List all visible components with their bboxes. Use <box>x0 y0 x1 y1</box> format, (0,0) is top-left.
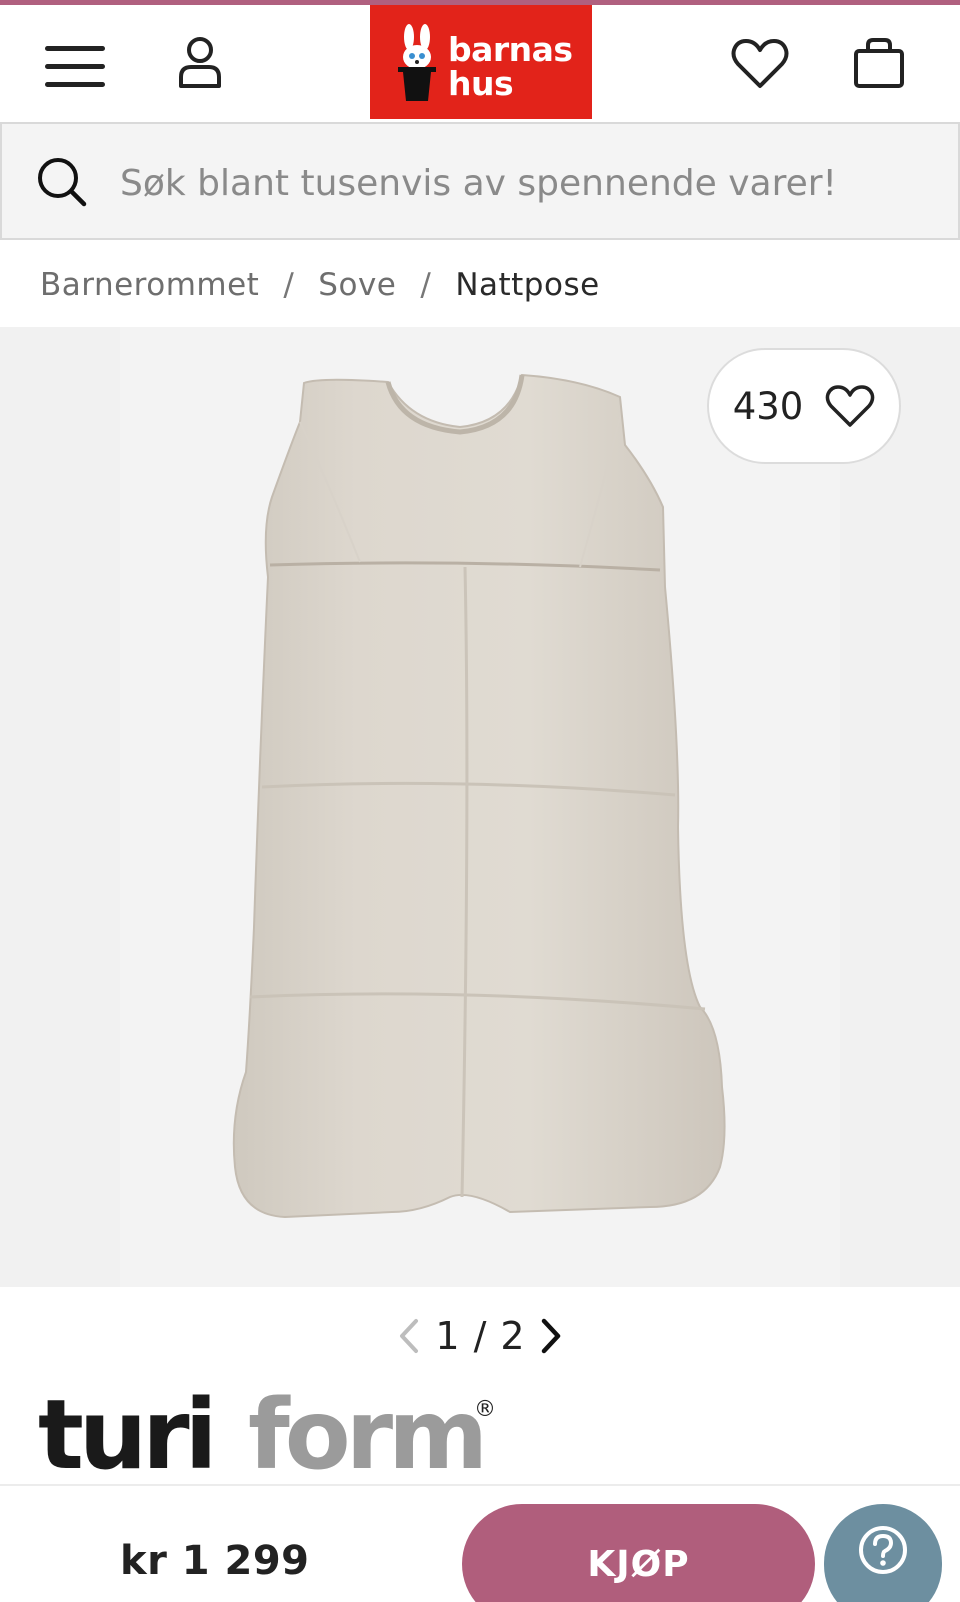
breadcrumb-item-barnerommet[interactable]: Barnerommet <box>40 267 259 303</box>
account-button[interactable] <box>170 27 230 99</box>
shopping-bag-icon <box>854 38 904 88</box>
site-header: barnas hus <box>0 5 960 121</box>
heart-icon <box>731 39 789 88</box>
breadcrumb-separator: / <box>283 267 295 303</box>
like-button[interactable]: 430 <box>707 348 901 464</box>
breadcrumb-item-nattpose[interactable]: Nattpose <box>455 267 599 303</box>
logo-text: barnas hus <box>448 33 573 101</box>
gallery-total: 2 <box>500 1314 525 1358</box>
help-button[interactable] <box>824 1504 942 1602</box>
like-count: 430 <box>732 384 804 428</box>
previous-image-button[interactable] <box>397 1318 421 1354</box>
next-image-button[interactable] <box>539 1318 563 1354</box>
search-input[interactable] <box>120 158 920 208</box>
menu-button[interactable] <box>40 35 110 99</box>
search-bar[interactable] <box>0 122 960 240</box>
rabbit-in-hat-icon <box>398 24 436 101</box>
logo-text-line1: barnas <box>448 30 573 69</box>
wishlist-button[interactable] <box>725 29 795 99</box>
breadcrumb-separator: / <box>420 267 432 303</box>
product-price: kr 1 299 <box>120 1538 310 1584</box>
brand-logo-turiform[interactable]: turi form ® <box>38 1376 508 1491</box>
question-mark-icon <box>859 1526 907 1574</box>
chevron-right-icon <box>541 1318 560 1354</box>
footer-divider <box>0 1484 960 1486</box>
hamburger-menu-icon <box>45 46 105 87</box>
gallery-current-index: 1 <box>435 1314 460 1358</box>
gallery-pager: 1 / 2 <box>380 1308 580 1364</box>
search-icon <box>38 158 87 207</box>
brand-name-dark: turi <box>38 1379 212 1486</box>
user-icon <box>179 37 221 88</box>
logo-text-line2: hus <box>448 64 514 103</box>
cart-button[interactable] <box>846 27 912 99</box>
breadcrumb: Barnerommet / Sove / Nattpose <box>40 262 600 308</box>
barnas-hus-logo[interactable]: barnas hus <box>370 5 592 119</box>
registered-mark: ® <box>474 1397 496 1422</box>
gallery-separator: / <box>473 1314 487 1358</box>
product-image <box>120 327 840 1287</box>
heart-icon <box>826 385 875 427</box>
buy-button[interactable]: KJØP <box>462 1504 815 1602</box>
product-image-gallery[interactable] <box>0 327 960 1287</box>
brand-name-light: form <box>248 1379 483 1486</box>
breadcrumb-item-sove[interactable]: Sove <box>318 267 396 303</box>
chevron-left-icon <box>400 1319 419 1353</box>
